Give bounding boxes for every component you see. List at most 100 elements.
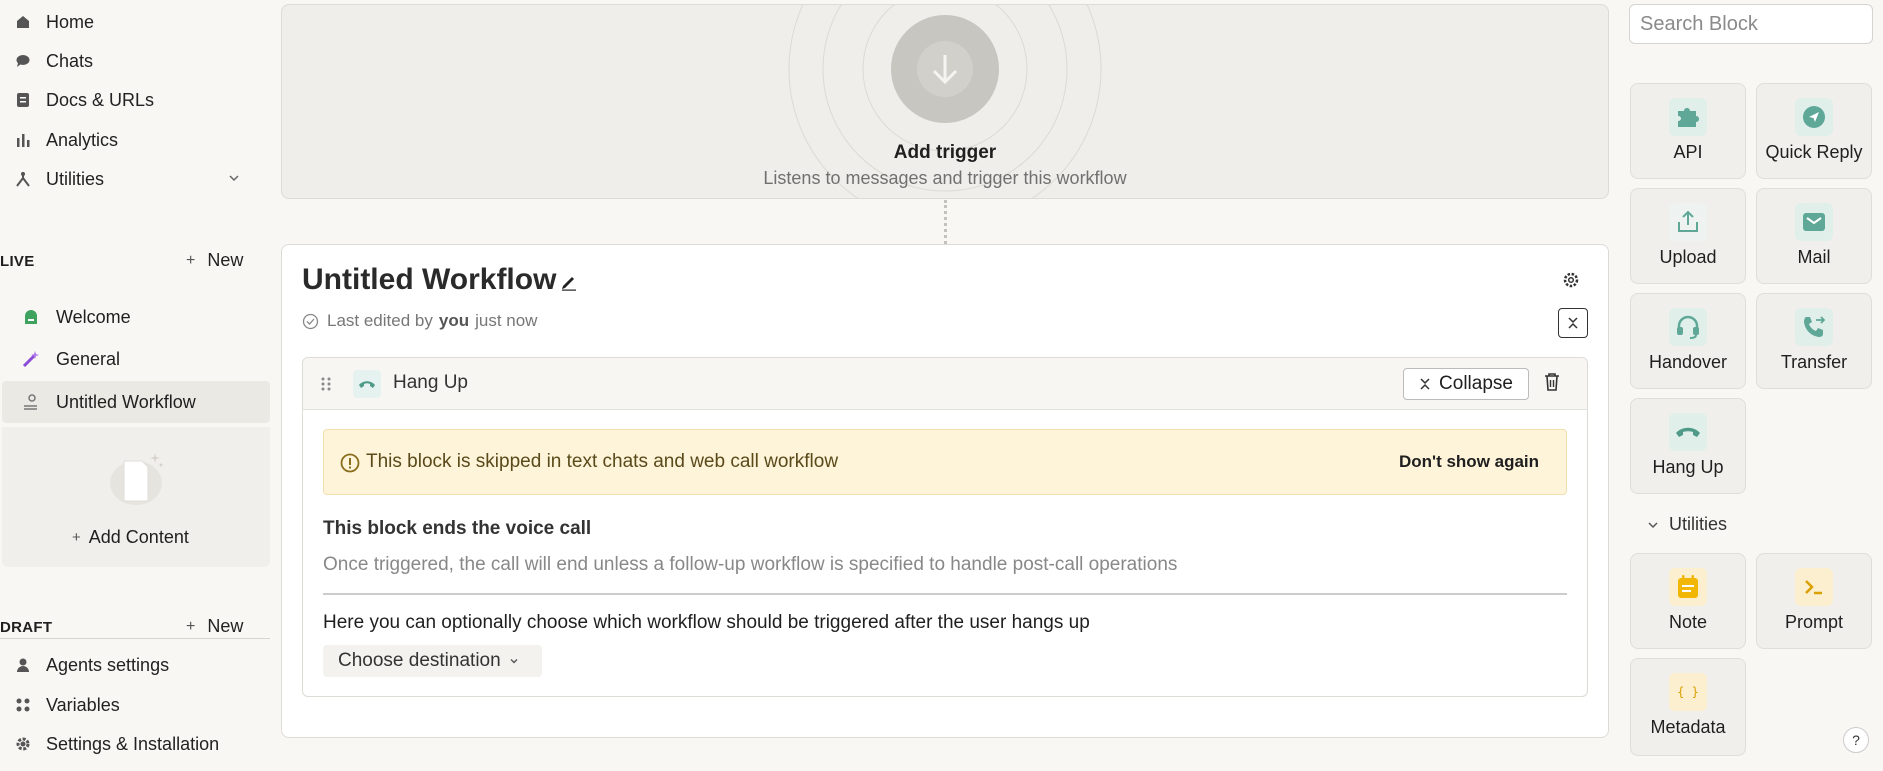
workflow-card: Untitled Workflow Last edited by you jus… xyxy=(281,244,1609,738)
tile-label: Mail xyxy=(1797,247,1831,267)
gear-icon[interactable] xyxy=(1562,271,1580,289)
agents-icon xyxy=(14,656,32,674)
tile-label: Transfer xyxy=(1780,352,1848,372)
block-tile-transfer[interactable]: Transfer xyxy=(1756,293,1872,389)
nav-settings-installation[interactable]: Settings & Installation xyxy=(14,728,219,760)
nav-home[interactable]: Home xyxy=(14,6,94,38)
utilities-icon xyxy=(14,170,32,188)
trigger-title: Add trigger xyxy=(893,142,997,163)
tile-label: API xyxy=(1673,142,1703,162)
sidebar-item-welcome[interactable]: Welcome xyxy=(2,296,270,338)
block-tile-metadata[interactable]: { } Metadata xyxy=(1630,658,1746,756)
block-tile-mail[interactable]: Mail xyxy=(1756,188,1872,284)
nav-chats[interactable]: Chats xyxy=(14,45,93,77)
add-content-button[interactable]: + Add Content xyxy=(72,527,189,548)
chat-icon xyxy=(14,52,32,70)
document-illustration-icon xyxy=(106,451,166,507)
tile-label: Quick Reply xyxy=(1765,142,1863,162)
variables-icon xyxy=(14,696,32,714)
block-tile-handover[interactable]: Handover xyxy=(1630,293,1746,389)
trash-icon[interactable] xyxy=(1543,372,1561,392)
collapse-all-button[interactable] xyxy=(1558,308,1588,338)
tile-label: Hang Up xyxy=(1652,457,1724,477)
divider xyxy=(323,593,1567,595)
welcome-icon xyxy=(22,308,40,326)
nav-label: Agents settings xyxy=(46,654,170,675)
choose-workflow-text: Here you can optionally choose which wor… xyxy=(323,612,1090,633)
puzzle-icon xyxy=(1669,98,1707,136)
block-tile-prompt[interactable]: Prompt xyxy=(1756,553,1872,649)
chevron-down-icon xyxy=(1647,519,1659,531)
ends-call-description: Once triggered, the call will end unless… xyxy=(323,554,1178,575)
sidebar-item-untitled-workflow[interactable]: Untitled Workflow xyxy=(2,381,270,423)
warning-icon xyxy=(340,453,360,473)
bar-chart-icon xyxy=(14,131,32,149)
tile-label: Prompt xyxy=(1784,612,1844,632)
mail-icon xyxy=(1795,203,1833,241)
meta-prefix: Last edited by xyxy=(327,311,433,330)
utilities-label: Utilities xyxy=(1669,514,1728,534)
nav-analytics[interactable]: Analytics xyxy=(14,124,118,156)
nav-agents-settings[interactable]: Agents settings xyxy=(14,649,169,681)
nav-label: Docs & URLs xyxy=(46,89,155,110)
hang-up-icon xyxy=(353,370,381,398)
sidebar-item-label: Welcome xyxy=(56,306,131,327)
nav-label: Analytics xyxy=(46,129,119,150)
block-tile-quick-reply[interactable]: Quick Reply xyxy=(1756,83,1872,179)
choose-destination-dropdown[interactable]: Choose destination xyxy=(323,645,542,677)
upload-icon xyxy=(1669,203,1707,241)
svg-text:{ }: { } xyxy=(1677,685,1699,699)
last-edited: Last edited by you just now xyxy=(302,311,537,331)
collapse-button[interactable]: Collapse xyxy=(1403,368,1529,400)
sidebar: Home Chats Docs & URLs Analytics Utiliti… xyxy=(0,0,272,771)
new-label: New xyxy=(207,616,244,636)
braces-icon: { } xyxy=(1669,673,1707,711)
meta-user: you xyxy=(438,311,470,330)
live-section-label: LIVE xyxy=(0,253,35,270)
hang-up-icon xyxy=(1669,413,1707,451)
hang-up-block: Hang Up Collapse This block is skipped i… xyxy=(302,357,1588,697)
dont-show-again-button[interactable]: Don't show again xyxy=(1399,452,1539,472)
check-circle-icon xyxy=(302,313,319,330)
divider xyxy=(0,638,270,639)
block-tile-hang-up[interactable]: Hang Up xyxy=(1630,398,1746,494)
collapse-icon xyxy=(1419,377,1431,391)
pencil-icon[interactable] xyxy=(560,273,578,291)
search-block-input[interactable] xyxy=(1629,4,1873,44)
magic-wand-icon xyxy=(22,350,40,368)
collapse-icon xyxy=(1566,316,1580,330)
nav-docs[interactable]: Docs & URLs xyxy=(14,84,154,116)
warning-text: This block is skipped in text chats and … xyxy=(366,451,839,472)
chevron-down-icon[interactable] xyxy=(228,172,240,184)
workflow-title: Untitled Workflow xyxy=(302,263,557,296)
chevron-down-icon xyxy=(509,656,519,666)
add-content-area: + Add Content xyxy=(2,427,270,567)
block-header: Hang Up Collapse xyxy=(303,358,1587,410)
nav-utilities[interactable]: Utilities xyxy=(14,163,104,195)
nav-variables[interactable]: Variables xyxy=(14,689,120,721)
add-content-label: Add Content xyxy=(88,527,189,547)
add-trigger-card[interactable]: Add trigger Listens to messages and trig… xyxy=(281,4,1609,199)
phone-forward-icon xyxy=(1795,308,1833,346)
tile-label: Note xyxy=(1668,612,1708,632)
tile-label: Upload xyxy=(1659,247,1717,267)
new-draft-button[interactable]: + New xyxy=(186,616,243,637)
block-name: Hang Up xyxy=(393,372,468,393)
block-tile-note[interactable]: Note xyxy=(1630,553,1746,649)
meta-suffix: just now xyxy=(475,311,538,330)
utilities-section-toggle[interactable]: Utilities xyxy=(1647,514,1727,535)
block-tile-upload[interactable]: Upload xyxy=(1630,188,1746,284)
new-live-button[interactable]: + New xyxy=(186,250,243,271)
tile-label: Handover xyxy=(1648,352,1728,372)
block-tile-api[interactable]: API xyxy=(1630,83,1746,179)
nav-label: Settings & Installation xyxy=(46,733,220,754)
drag-handle-icon[interactable] xyxy=(321,376,331,392)
help-button[interactable]: ? xyxy=(1843,727,1869,753)
warning-banner: This block is skipped in text chats and … xyxy=(323,429,1567,495)
collapse-label: Collapse xyxy=(1439,373,1513,394)
plus-icon: + xyxy=(186,251,196,269)
plus-icon: + xyxy=(186,617,196,635)
draft-section-label: DRAFT xyxy=(0,619,53,636)
trigger-subtitle: Listens to messages and trigger this wor… xyxy=(763,168,1127,188)
sidebar-item-general[interactable]: General xyxy=(2,338,270,380)
